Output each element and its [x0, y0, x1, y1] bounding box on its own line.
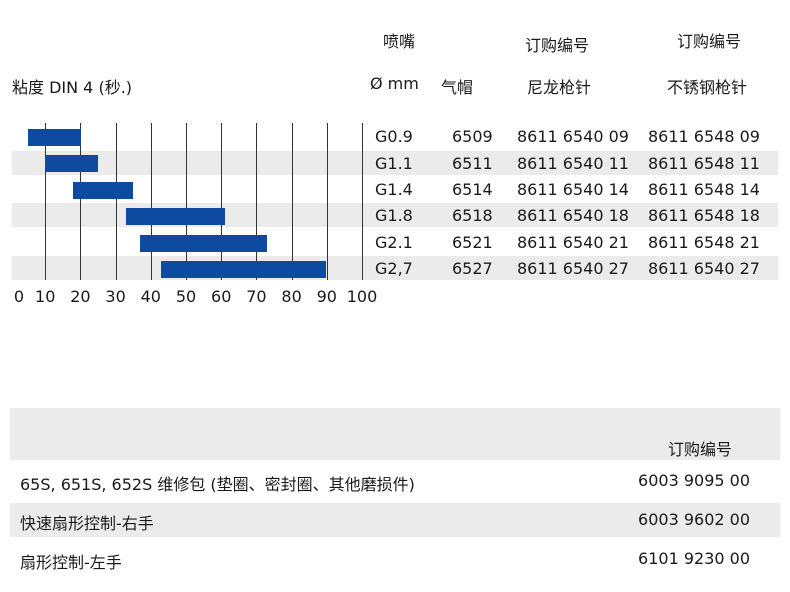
accessory-order-number: 6101 9230 00 [638, 549, 750, 568]
air-cap-code: 6514 [452, 180, 493, 199]
viscosity-range-bar [140, 235, 267, 252]
ss-needle-order-no: 8611 6548 18 [648, 206, 760, 225]
axis-tick-label: 0 [13, 287, 25, 306]
nozzle-size: G1.4 [375, 180, 413, 199]
nozzle-size: G1.8 [375, 206, 413, 225]
viscosity-header: 粘度 DIN 4 (秒.) [12, 78, 133, 97]
ss-needle-order-no: 8611 6548 14 [648, 180, 760, 199]
air-cap-code: 6509 [452, 127, 493, 146]
grid-line [256, 123, 257, 280]
accessory-row: 扇形控制-左手 6101 9230 00 [10, 542, 780, 576]
accessories-order-number-header: 订购编号 [667, 440, 732, 459]
viscosity-range-bar [73, 182, 133, 199]
nylon-needle-order-no: 8611 6540 18 [517, 206, 629, 225]
nylon-needle-order-no: 8611 6540 21 [517, 233, 629, 252]
viscosity-range-bar [28, 129, 81, 146]
ss-needle-order-no: 8611 6548 21 [648, 233, 760, 252]
accessory-row: 65S, 651S, 652S 维修包 (垫圈、密封圈、其他磨损件) 6003 … [10, 464, 780, 498]
accessories-header: 订购编号 [10, 408, 780, 460]
order-number-header-nylon: 订购编号 [525, 36, 590, 55]
ss-needle-order-no: 8611 6548 09 [648, 127, 760, 146]
nylon-needle-order-no: 8611 6540 09 [517, 127, 629, 146]
viscosity-range-bar [161, 261, 326, 278]
nozzle-size: G2.1 [375, 233, 413, 252]
order-number-header-ss: 订购编号 [677, 32, 742, 51]
air-cap-code: 6527 [452, 259, 493, 278]
air-cap-code: 6511 [452, 154, 493, 173]
viscosity-range-bar [126, 208, 225, 225]
ss-needle-order-no: 8611 6548 11 [648, 154, 760, 173]
axis-tick-label: 90 [316, 287, 337, 306]
axis-tick-label: 10 [35, 287, 56, 306]
accessory-order-number: 6003 9602 00 [638, 510, 750, 529]
grid-line [186, 123, 187, 280]
nozzle-size: G2,7 [375, 259, 413, 278]
axis-tick-label: 30 [105, 287, 126, 306]
stainless-needle-header: 不锈钢枪针 [667, 78, 748, 97]
accessory-description: 扇形控制-左手 [20, 553, 122, 572]
air-cap-code: 6521 [452, 233, 493, 252]
grid-line [80, 123, 81, 280]
nylon-needle-order-no: 8611 6540 27 [517, 259, 629, 278]
air-cap-code: 6518 [452, 206, 493, 225]
axis-tick-label: 70 [246, 287, 267, 306]
axis-tick-label: 60 [211, 287, 232, 306]
nylon-needle-order-no: 8611 6540 11 [517, 154, 629, 173]
accessory-description: 65S, 651S, 652S 维修包 (垫圈、密封圈、其他磨损件) [20, 475, 415, 494]
nylon-needle-header: 尼龙枪针 [527, 78, 592, 97]
grid-line [116, 123, 117, 280]
grid-line [292, 123, 293, 280]
viscosity-range-bar [45, 155, 98, 172]
accessory-row: 快速扇形控制-右手 6003 9602 00 [10, 503, 780, 537]
nozzle-size: G0.9 [375, 127, 413, 146]
grid-line [151, 123, 152, 280]
axis-tick-label: 100 [346, 287, 378, 306]
accessory-description: 快速扇形控制-右手 [20, 514, 154, 533]
axis-tick-label: 20 [70, 287, 91, 306]
axis-tick-label: 80 [281, 287, 302, 306]
axis-tick-label: 40 [140, 287, 161, 306]
accessory-order-number: 6003 9095 00 [638, 471, 750, 490]
axis-tick-label: 50 [175, 287, 197, 306]
nylon-needle-order-no: 8611 6540 14 [517, 180, 629, 199]
nozzle-diameter-header: Ø mm [370, 74, 419, 93]
grid-line [221, 123, 222, 280]
nozzle-header: 喷嘴 [383, 32, 416, 51]
grid-line [45, 123, 46, 280]
nozzle-size: G1.1 [375, 154, 413, 173]
grid-line [327, 123, 328, 280]
ss-needle-order-no: 8611 6540 27 [648, 259, 760, 278]
grid-line [362, 123, 363, 280]
air-cap-header: 气帽 [441, 78, 474, 97]
